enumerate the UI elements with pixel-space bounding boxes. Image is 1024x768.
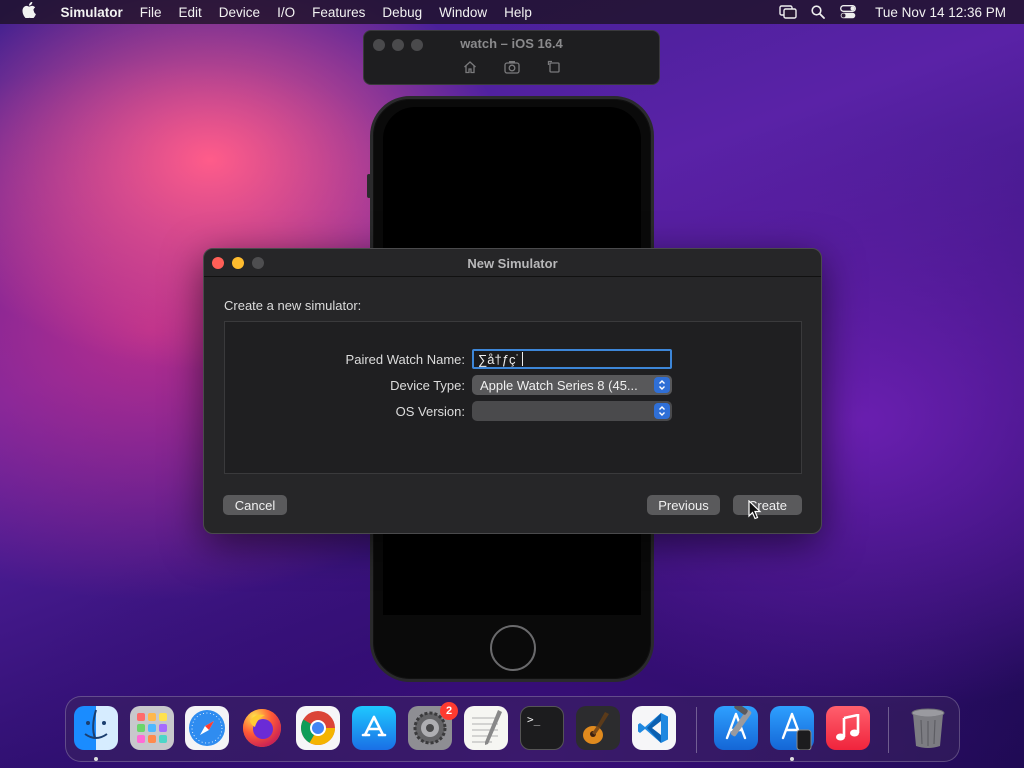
launchpad-icon[interactable]: [130, 706, 174, 750]
paired-watch-name-row: Paired Watch Name: ∑å†ƒç˙: [225, 349, 801, 371]
firefox-icon[interactable]: [240, 706, 284, 750]
status-area: Tue Nov 14 12:36 PM: [773, 5, 1024, 20]
menu-features[interactable]: Features: [304, 5, 374, 20]
create-button[interactable]: Create: [733, 495, 802, 515]
apple-icon[interactable]: [18, 1, 40, 22]
chrome-icon[interactable]: [296, 706, 340, 750]
os-version-label: OS Version:: [395, 404, 465, 419]
menu-bar: Simulator File Edit Device I/O Features …: [0, 0, 1024, 24]
menu-device[interactable]: Device: [210, 5, 268, 20]
menu-file[interactable]: File: [131, 5, 170, 20]
menu-debug[interactable]: Debug: [374, 5, 431, 20]
simulator-tools: [364, 59, 659, 75]
cancel-button[interactable]: Cancel: [223, 495, 287, 515]
device-home-button[interactable]: [490, 625, 536, 671]
dialog-title: New Simulator: [467, 256, 558, 271]
dock-separator: [888, 707, 889, 753]
simulator-icon[interactable]: [770, 706, 814, 750]
os-version-popup[interactable]: [472, 401, 672, 421]
dialog-titlebar: New Simulator: [204, 249, 821, 277]
terminal-prompt: >_: [527, 713, 541, 726]
menu-window[interactable]: Window: [431, 5, 496, 20]
app-store-icon[interactable]: [352, 706, 396, 750]
chevron-up-down-icon: [654, 403, 670, 419]
spotlight-search-icon[interactable]: [803, 5, 833, 19]
menu-app-name[interactable]: Simulator: [52, 5, 131, 20]
menu-io[interactable]: I/O: [269, 5, 304, 20]
screenshot-icon[interactable]: [503, 59, 520, 75]
paired-watch-name-control: ∑å†ƒç˙: [472, 349, 672, 369]
garageband-icon[interactable]: [576, 706, 620, 750]
terminal-icon[interactable]: >_: [520, 706, 564, 750]
menu-edit[interactable]: Edit: [170, 5, 210, 20]
device-type-row: Device Type: Apple Watch Series 8 (45...: [225, 375, 801, 397]
mouse-pointer-icon: [748, 500, 762, 520]
side-button: [367, 174, 371, 198]
text-caret: [521, 352, 523, 366]
dock-separator: [696, 707, 697, 753]
os-version-control: [472, 401, 672, 421]
control-center-icon[interactable]: [833, 5, 863, 19]
device-type-control: Apple Watch Series 8 (45...: [472, 375, 672, 395]
new-simulator-dialog: New Simulator Create a new simulator: Pa…: [203, 248, 822, 534]
device-type-popup[interactable]: Apple Watch Series 8 (45...: [472, 375, 672, 395]
finder-running-indicator: [94, 757, 98, 761]
paired-watch-name-label: Paired Watch Name:: [345, 352, 465, 367]
home-icon[interactable]: [462, 59, 478, 75]
safari-icon[interactable]: [185, 706, 229, 750]
device-type-value: Apple Watch Series 8 (45...: [480, 377, 638, 393]
menu-clock[interactable]: Tue Nov 14 12:36 PM: [875, 5, 1006, 20]
previous-button[interactable]: Previous: [647, 495, 720, 515]
screen-mirroring-icon[interactable]: [773, 5, 803, 19]
dialog-heading: Create a new simulator:: [224, 298, 362, 313]
dock: 2 >_: [65, 696, 960, 762]
device-type-label: Device Type:: [390, 378, 465, 393]
xcode-icon[interactable]: [714, 706, 758, 750]
chevron-up-down-icon: [654, 377, 670, 393]
paired-watch-name-value: ∑å†ƒç˙: [478, 351, 520, 367]
simulator-window-title: watch – iOS 16.4: [460, 36, 563, 51]
system-settings-icon[interactable]: 2: [408, 702, 458, 750]
menu-help[interactable]: Help: [496, 5, 541, 20]
form-panel: Paired Watch Name: ∑å†ƒç˙ Device Type: A…: [224, 321, 802, 474]
system-settings-badge: 2: [440, 702, 458, 720]
vscode-icon[interactable]: [632, 706, 676, 750]
simulator-running-indicator: [790, 757, 794, 761]
trash-icon[interactable]: [906, 706, 950, 750]
os-version-row: OS Version:: [225, 401, 801, 423]
paired-watch-name-input[interactable]: ∑å†ƒç˙: [472, 349, 672, 369]
music-icon[interactable]: [826, 706, 870, 750]
textedit-icon[interactable]: [464, 706, 508, 750]
simulator-window-toolbar: watch – iOS 16.4: [363, 30, 660, 85]
rotate-icon[interactable]: [546, 59, 562, 75]
finder-icon[interactable]: [74, 706, 118, 750]
